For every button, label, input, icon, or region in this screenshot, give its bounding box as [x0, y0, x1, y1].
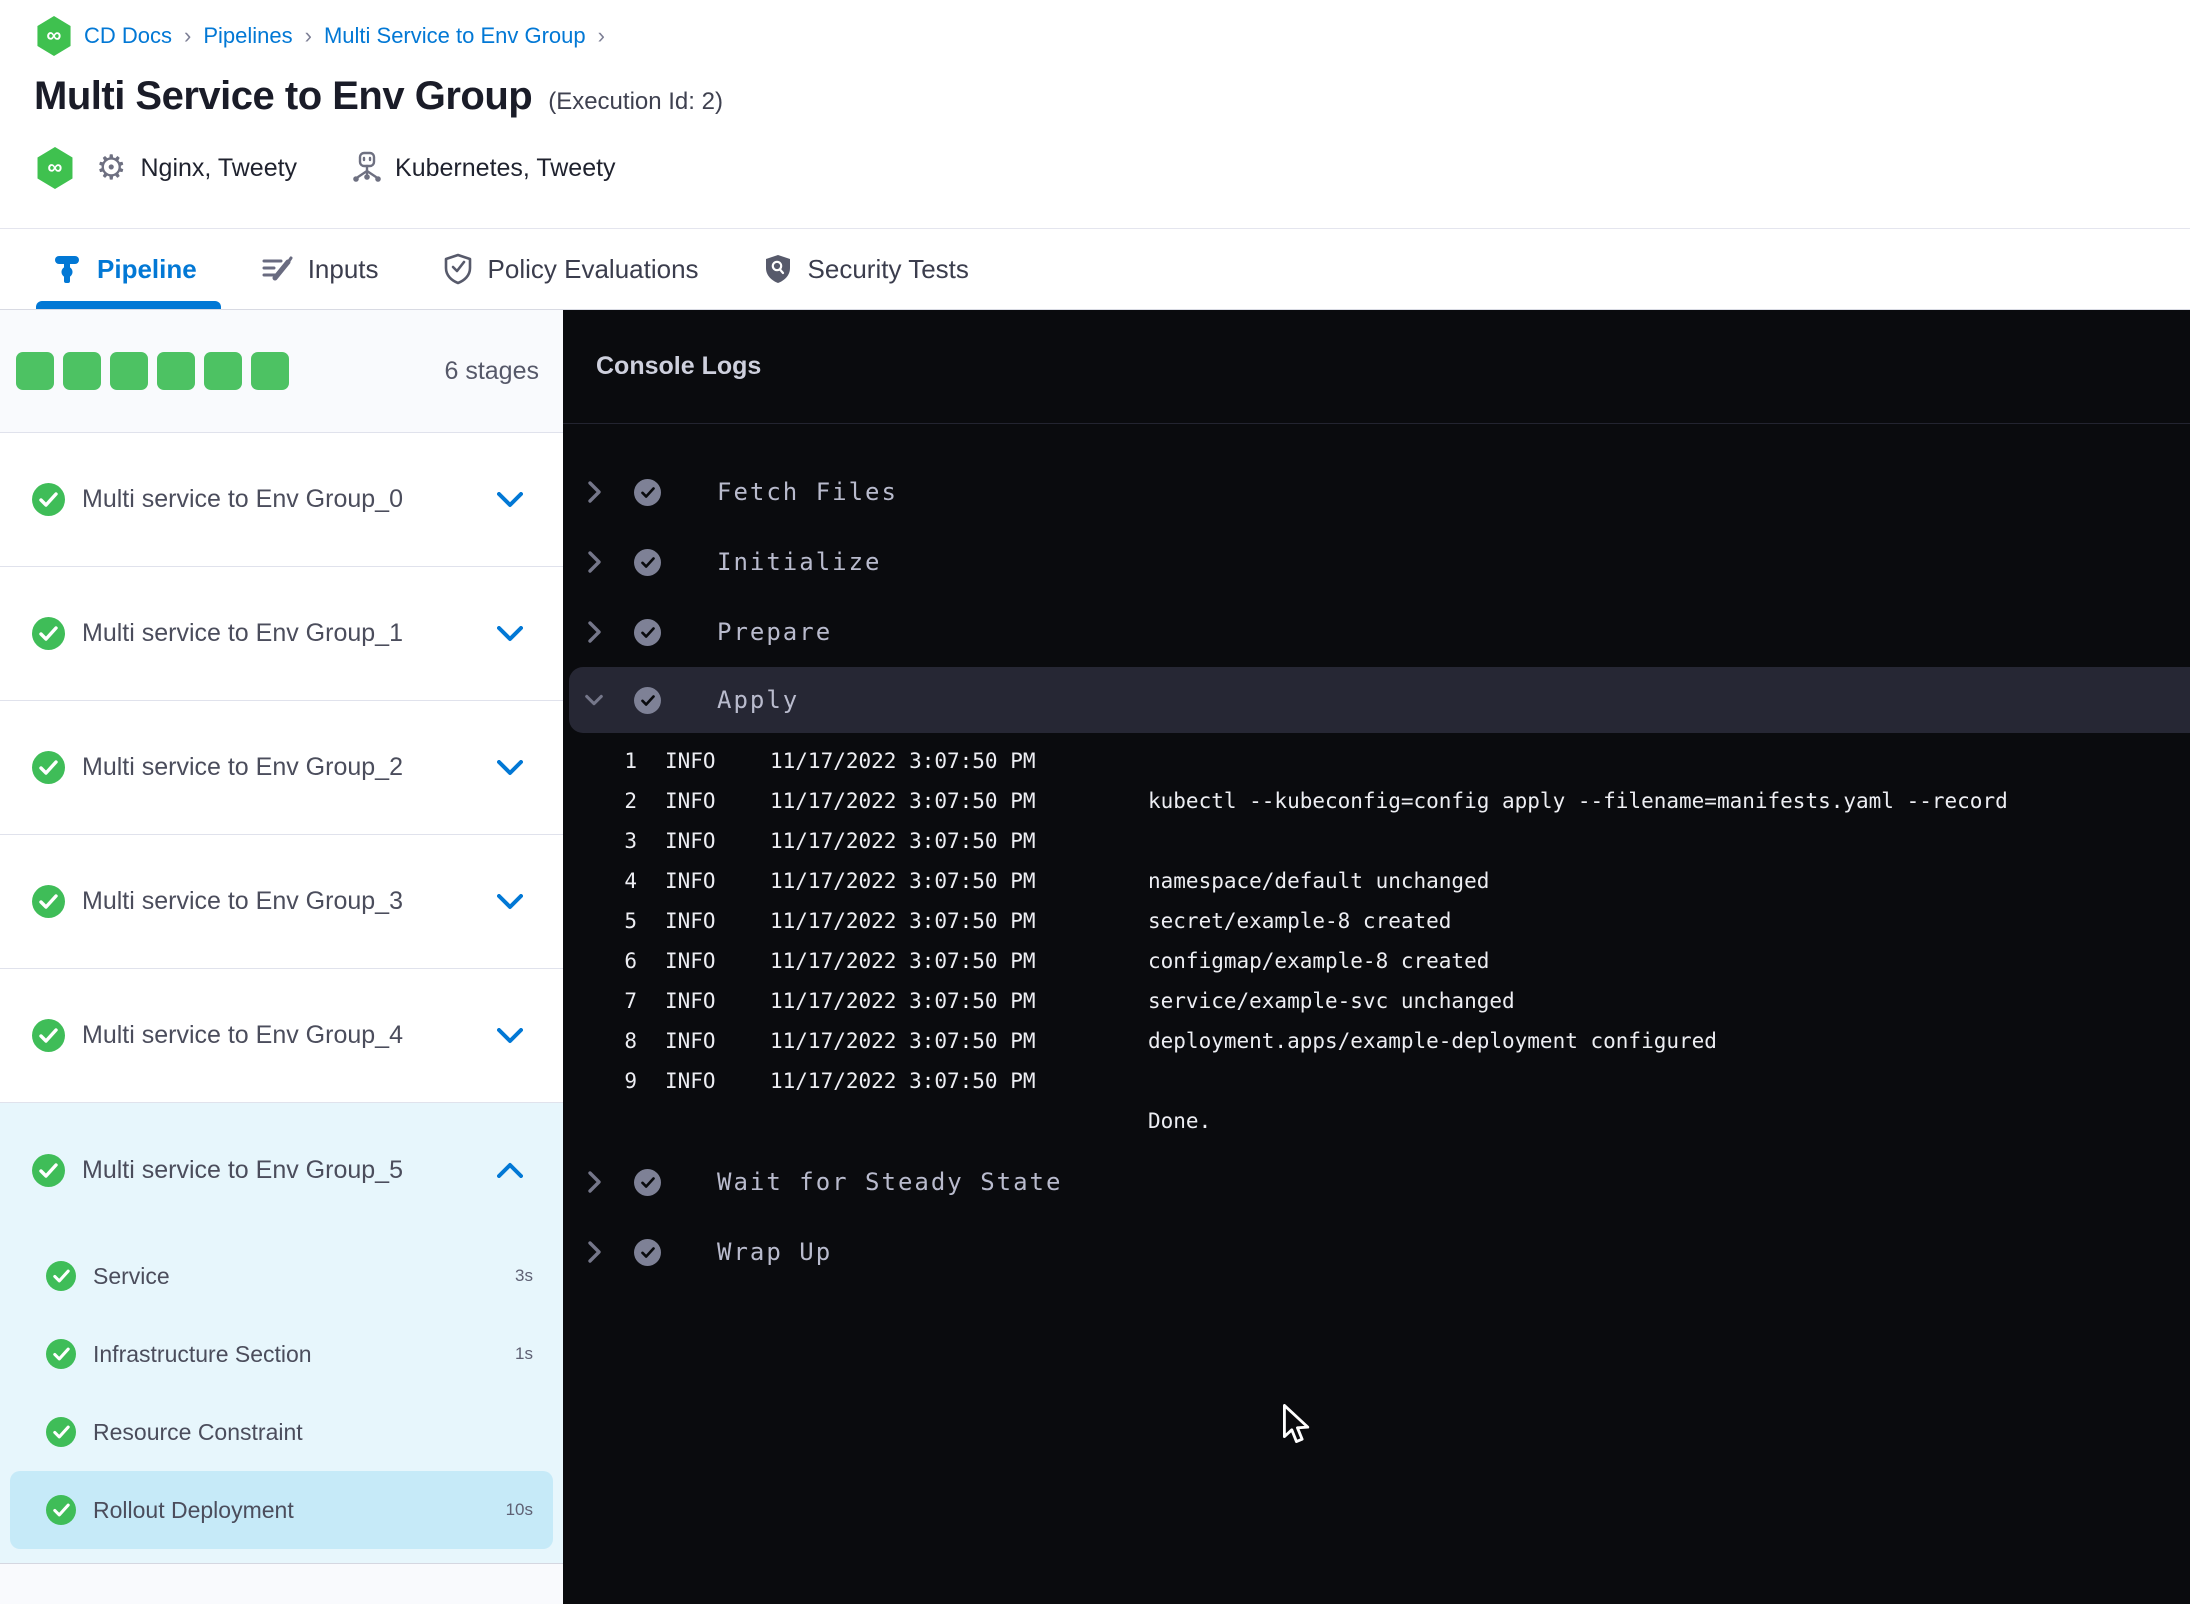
harness-module-icon: ∞	[37, 16, 71, 56]
breadcrumb-separator: ›	[597, 23, 605, 48]
services-label: Nginx, Tweety	[140, 153, 298, 182]
substep-duration: 1s	[515, 1344, 533, 1363]
chevron-down-icon[interactable]	[497, 759, 523, 776]
tab-bar: Pipeline Inputs Policy Evaluations Secur…	[0, 229, 2190, 310]
success-check-icon	[46, 1417, 76, 1447]
substep-rollout-deployment[interactable]: Rollout Deployment 10s	[10, 1471, 553, 1549]
success-check-icon	[32, 1153, 65, 1187]
success-check-icon	[32, 751, 65, 784]
stages-count-label: 6 stages	[444, 356, 539, 385]
success-check-icon	[46, 1339, 76, 1369]
log-line: 5 INFO 11/17/2022 3:07:50 PM secret/example…	[624, 909, 1452, 933]
console-step-wait-for-steady-state[interactable]: Wait for Steady State	[563, 1147, 2190, 1217]
chevron-up-icon[interactable]	[497, 1162, 523, 1178]
success-check-icon	[32, 885, 65, 918]
substep-duration: 10s	[505, 1500, 533, 1519]
chevron-right-icon[interactable]	[584, 620, 604, 644]
step-success-icon	[634, 548, 661, 576]
success-check-icon	[46, 1261, 76, 1291]
console-step-apply[interactable]: Apply	[569, 667, 2190, 733]
log-line: 2 INFO 11/17/2022 3:07:50 PM kubectl --kube…	[624, 789, 2008, 813]
stage-row[interactable]: Multi service to Env Group_2	[0, 701, 563, 835]
log-line: 9 INFO 11/17/2022 3:07:50 PM	[624, 1069, 1036, 1093]
chevron-right-icon[interactable]	[584, 1240, 604, 1264]
success-check-icon	[32, 483, 65, 516]
chevron-right-icon[interactable]	[584, 480, 604, 504]
stages-summary: 6 stages	[0, 310, 563, 433]
chevron-right-icon[interactable]	[584, 550, 604, 574]
stage-square	[110, 352, 148, 390]
infrastructure-icon	[351, 151, 383, 185]
step-success-icon	[634, 478, 661, 506]
step-success-icon	[634, 1238, 661, 1266]
substep-resource-constraint[interactable]: Resource Constraint	[0, 1393, 563, 1471]
console-logs-title: Console Logs	[596, 352, 762, 380]
success-check-icon	[32, 1019, 65, 1052]
execution-id: (Execution Id: 2)	[548, 88, 723, 115]
page-header: ∞ CD Docs › Pipelines › Multi Service to…	[0, 0, 2190, 229]
console-log-output: 1 INFO 11/17/2022 3:07:50 PM 2 INFO 11/17/20…	[563, 733, 2190, 1147]
log-line: 6 INFO 11/17/2022 3:07:50 PM configmap/exam…	[624, 949, 1490, 973]
page-title: Multi Service to Env Group	[34, 74, 533, 118]
inputs-tab-icon	[261, 254, 293, 284]
gear-icon: ⚙	[96, 149, 127, 187]
tab-pipeline[interactable]: Pipeline	[36, 229, 221, 309]
stage-row[interactable]: Multi service to Env Group_3	[0, 835, 563, 969]
stage-row[interactable]: Multi service to Env Group_0	[0, 433, 563, 567]
breadcrumb-pipeline-name[interactable]: Multi Service to Env Group	[324, 23, 586, 49]
chevron-down-icon[interactable]	[497, 625, 523, 642]
chevron-down-icon[interactable]	[584, 693, 604, 708]
log-line: 1 INFO 11/17/2022 3:07:50 PM	[624, 749, 1036, 773]
chevron-right-icon[interactable]	[584, 1170, 604, 1194]
success-check-icon	[32, 617, 65, 650]
stage-square	[204, 352, 242, 390]
breadcrumb: ∞ CD Docs › Pipelines › Multi Service to…	[0, 0, 2190, 56]
log-line: 3 INFO 11/17/2022 3:07:50 PM	[624, 829, 1036, 853]
substep-infrastructure[interactable]: Infrastructure Section 1s	[0, 1315, 563, 1393]
breadcrumb-pipelines[interactable]: Pipelines	[203, 23, 292, 49]
log-line: 7 INFO 11/17/2022 3:07:50 PM service/exampl…	[624, 989, 1515, 1013]
stage-square	[157, 352, 195, 390]
substep-duration: 3s	[515, 1266, 533, 1285]
success-check-icon	[46, 1495, 76, 1525]
step-success-icon	[634, 686, 661, 714]
stage-progress-squares	[16, 352, 289, 390]
tab-inputs[interactable]: Inputs	[261, 229, 379, 309]
stage-square	[16, 352, 54, 390]
breadcrumb-cd-docs[interactable]: CD Docs	[84, 23, 172, 49]
stage-row-expanded[interactable]: Multi service to Env Group_5	[0, 1103, 563, 1237]
stage-square	[63, 352, 101, 390]
stage-square	[251, 352, 289, 390]
stage-row[interactable]: Multi service to Env Group_4	[0, 969, 563, 1103]
policy-evaluations-tab-icon	[443, 253, 473, 285]
step-success-icon	[634, 618, 661, 646]
log-line: 8 INFO 11/17/2022 3:07:50 PM deployment.app…	[624, 1029, 1717, 1053]
log-line: 4 INFO 11/17/2022 3:07:50 PM namespace/defa…	[624, 869, 1490, 893]
infrastructure-label: Kubernetes, Tweety	[395, 153, 616, 182]
breadcrumb-separator: ›	[184, 23, 192, 48]
expanded-stage-section: Multi service to Env Group_5 Service 3s …	[0, 1103, 563, 1564]
breadcrumb-separator: ›	[304, 23, 312, 48]
console-step-prepare[interactable]: Prepare	[563, 597, 2190, 667]
chevron-down-icon[interactable]	[497, 491, 523, 508]
tab-policy-evaluations[interactable]: Policy Evaluations	[443, 229, 699, 309]
substep-service[interactable]: Service 3s	[0, 1237, 563, 1315]
harness-module-icon: ∞	[37, 147, 73, 189]
stage-row[interactable]: Multi service to Env Group_1	[0, 567, 563, 701]
cursor-pointer	[1283, 1404, 1317, 1448]
console-logs-panel: Console Logs Fetch Files Initialize Prep…	[563, 310, 2190, 1604]
security-tests-tab-icon	[763, 253, 793, 285]
tab-security-tests[interactable]: Security Tests	[763, 229, 969, 309]
sidebar-filler	[0, 1564, 563, 1604]
console-step-fetch-files[interactable]: Fetch Files	[563, 457, 2190, 527]
chevron-down-icon[interactable]	[497, 1027, 523, 1044]
console-step-wrap-up[interactable]: Wrap Up	[563, 1217, 2190, 1287]
console-step-initialize[interactable]: Initialize	[563, 527, 2190, 597]
step-success-icon	[634, 1168, 661, 1196]
pipeline-tab-icon	[52, 253, 82, 285]
chevron-down-icon[interactable]	[497, 893, 523, 910]
log-line-done: Done.	[1148, 1109, 1212, 1133]
stages-sidebar: 6 stages Multi service to Env Group_0 Mu…	[0, 310, 563, 1604]
